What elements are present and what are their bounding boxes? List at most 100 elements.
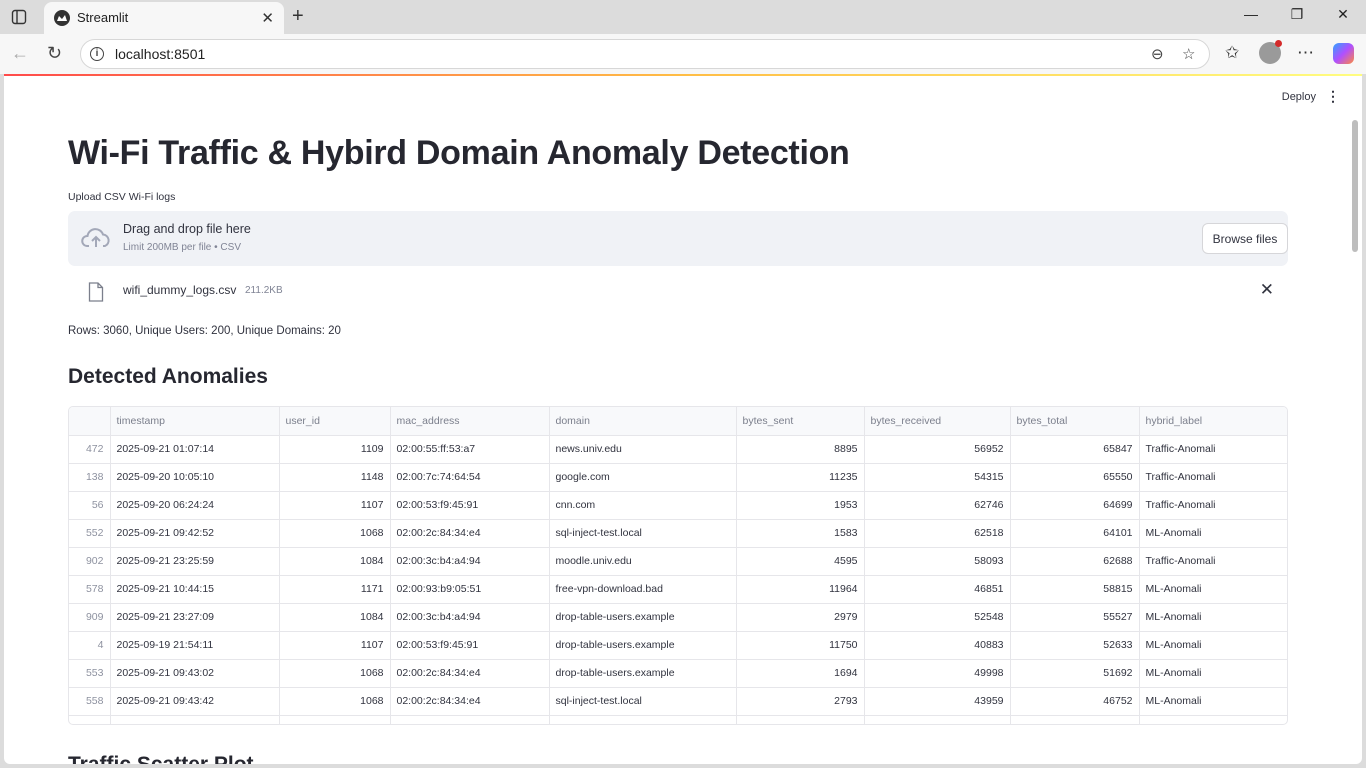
- table-cell[interactable]: Traffic-Anomali: [1139, 547, 1287, 576]
- column-header[interactable]: user_id: [279, 407, 391, 436]
- table-cell[interactable]: 62688: [1010, 547, 1140, 576]
- table-cell[interactable]: 64699: [1010, 491, 1140, 520]
- maximize-icon[interactable]: ❐: [1274, 6, 1320, 23]
- zoom-icon[interactable]: ⊖: [1151, 45, 1164, 63]
- table-cell[interactable]: ML-Anomali: [1139, 603, 1287, 632]
- row-index-cell[interactable]: 4: [69, 631, 111, 660]
- favorites-icon[interactable]: ✩: [1225, 43, 1239, 63]
- table-cell[interactable]: 1694: [736, 659, 865, 688]
- table-cell[interactable]: 2025-09-21 09:43:02: [110, 659, 280, 688]
- copilot-icon[interactable]: [1333, 43, 1354, 64]
- tab-close-icon[interactable]: ✕: [261, 9, 274, 27]
- table-cell[interactable]: 52548: [864, 603, 1011, 632]
- url-text[interactable]: localhost:8501: [115, 46, 205, 62]
- table-row[interactable]: 578 2025-09-21 10:44:15 1171 02:00:93:b9:05…: [69, 575, 1287, 604]
- row-index-cell[interactable]: 553: [69, 659, 111, 688]
- table-cell[interactable]: 02:00:2c:84:34:e4: [390, 687, 550, 716]
- table-cell[interactable]: 1109: [279, 435, 391, 464]
- deploy-button[interactable]: Deploy: [1282, 91, 1316, 103]
- table-cell[interactable]: sql-inject-test.local: [549, 519, 737, 548]
- table-cell[interactable]: 1107: [279, 631, 391, 660]
- table-cell[interactable]: 02:00:7c:74:64:54: [390, 463, 550, 492]
- table-cell[interactable]: 02:00:2c:84:34:e4: [390, 519, 550, 548]
- table-cell[interactable]: 65847: [1010, 435, 1140, 464]
- table-cell[interactable]: 58093: [864, 547, 1011, 576]
- table-cell[interactable]: 2979: [736, 603, 865, 632]
- table-cell[interactable]: 54315: [864, 463, 1011, 492]
- table-cell[interactable]: 49998: [864, 659, 1011, 688]
- table-cell[interactable]: 2793: [736, 687, 865, 716]
- table-cell[interactable]: 1084: [279, 603, 391, 632]
- table-cell[interactable]: 4001: [736, 715, 865, 724]
- table-cell[interactable]: moodle.univ.edu: [549, 547, 737, 576]
- address-bar[interactable]: i localhost:8501 ⊖ ☆: [80, 39, 1210, 69]
- table-cell[interactable]: 1068: [279, 519, 391, 548]
- table-cell[interactable]: ML-Anomali: [1139, 659, 1287, 688]
- table-cell[interactable]: 64101: [1010, 519, 1140, 548]
- main-menu-icon[interactable]: ⋮: [1326, 88, 1340, 105]
- table-cell[interactable]: 46752: [1010, 687, 1140, 716]
- column-header[interactable]: timestamp: [110, 407, 280, 436]
- table-cell[interactable]: 56952: [864, 435, 1011, 464]
- row-index-cell[interactable]: 552: [69, 519, 111, 548]
- table-cell[interactable]: 2025-09-19 21:54:11: [110, 631, 280, 660]
- browser-tab[interactable]: Streamlit ✕: [44, 2, 284, 34]
- more-options-icon[interactable]: ⋯: [1297, 43, 1314, 63]
- table-cell[interactable]: 2025-09-21 09:43:42: [110, 687, 280, 716]
- table-cell[interactable]: 35218: [864, 715, 1011, 724]
- table-cell[interactable]: 1068: [279, 687, 391, 716]
- table-cell[interactable]: 55527: [1010, 603, 1140, 632]
- column-header[interactable]: bytes_sent: [736, 407, 865, 436]
- table-cell[interactable]: 02:00:55:ff:53:a7: [390, 435, 550, 464]
- table-cell[interactable]: drop-table-users.example: [549, 631, 737, 660]
- table-row[interactable]: 909 2025-09-21 23:27:09 1084 02:00:3c:b4:a4…: [69, 603, 1287, 632]
- table-cell[interactable]: 8895: [736, 435, 865, 464]
- column-header[interactable]: bytes_received: [864, 407, 1011, 436]
- table-cell[interactable]: 02:00:3c:b4:a4:94: [390, 547, 550, 576]
- table-row[interactable]: 4 2025-09-19 21:54:11 1107 02:00:53:f9:45:9…: [69, 631, 1287, 660]
- table-cell[interactable]: Traffic-Anomali: [1139, 491, 1287, 520]
- table-cell[interactable]: 1068: [279, 659, 391, 688]
- row-index-cell[interactable]: 902: [69, 547, 111, 576]
- table-cell[interactable]: cnn.com: [549, 491, 737, 520]
- table-cell[interactable]: 46851: [864, 575, 1011, 604]
- remove-file-icon[interactable]: ✕: [1260, 280, 1274, 300]
- table-cell[interactable]: 11964: [736, 575, 865, 604]
- row-index-cell[interactable]: 472: [69, 435, 111, 464]
- table-cell[interactable]: 39219: [1010, 715, 1140, 724]
- table-cell[interactable]: 02:00:93:b9:05:51: [390, 575, 550, 604]
- table-row[interactable]: 472 2025-09-21 01:07:14 1109 02:00:55:ff:53…: [69, 435, 1287, 464]
- row-index-cell[interactable]: 558: [69, 687, 111, 716]
- table-cell[interactable]: 51692: [1010, 659, 1140, 688]
- table-cell[interactable]: 1583: [736, 519, 865, 548]
- row-index-cell[interactable]: 56: [69, 491, 111, 520]
- table-cell[interactable]: Traffic-Anomali: [1139, 463, 1287, 492]
- table-cell[interactable]: Traffic-Anomali: [1139, 435, 1287, 464]
- table-cell[interactable]: 1084: [279, 547, 391, 576]
- table-row[interactable]: 552 2025-09-21 09:42:52 1068 02:00:2c:84:34…: [69, 519, 1287, 548]
- table-cell[interactable]: 1953: [736, 491, 865, 520]
- table-cell[interactable]: 62518: [864, 519, 1011, 548]
- table-cell[interactable]: 02:00:2c:84:34:e4: [390, 659, 550, 688]
- table-cell[interactable]: 02:00:53:f9:45:91: [390, 491, 550, 520]
- table-cell[interactable]: 40883: [864, 631, 1011, 660]
- table-cell[interactable]: 62746: [864, 491, 1011, 520]
- column-header[interactable]: domain: [549, 407, 737, 436]
- column-header[interactable]: hybrid_label: [1139, 407, 1287, 436]
- table-cell[interactable]: 1171: [279, 575, 391, 604]
- row-index-cell[interactable]: 61: [69, 715, 111, 724]
- column-header[interactable]: bytes_total: [1010, 407, 1140, 436]
- row-index-cell[interactable]: 909: [69, 603, 111, 632]
- table-cell[interactable]: drop-table-users.example: [549, 659, 737, 688]
- table-cell[interactable]: sql-inject-test.local: [549, 687, 737, 716]
- table-cell[interactable]: 1148: [279, 463, 391, 492]
- table-cell[interactable]: 65550: [1010, 463, 1140, 492]
- table-cell[interactable]: ML-Anomali: [1139, 519, 1287, 548]
- table-cell[interactable]: 2025-09-21 01:07:14: [110, 435, 280, 464]
- window-close-icon[interactable]: ✕: [1320, 6, 1366, 23]
- anomalies-dataframe[interactable]: timestamp user_id mac_address domain bytes_s…: [68, 406, 1288, 725]
- table-cell[interactable]: google.com: [549, 463, 737, 492]
- table-cell[interactable]: 1107: [279, 491, 391, 520]
- index-column-header[interactable]: [69, 407, 111, 436]
- table-cell[interactable]: 2025-09-21 23:27:09: [110, 603, 280, 632]
